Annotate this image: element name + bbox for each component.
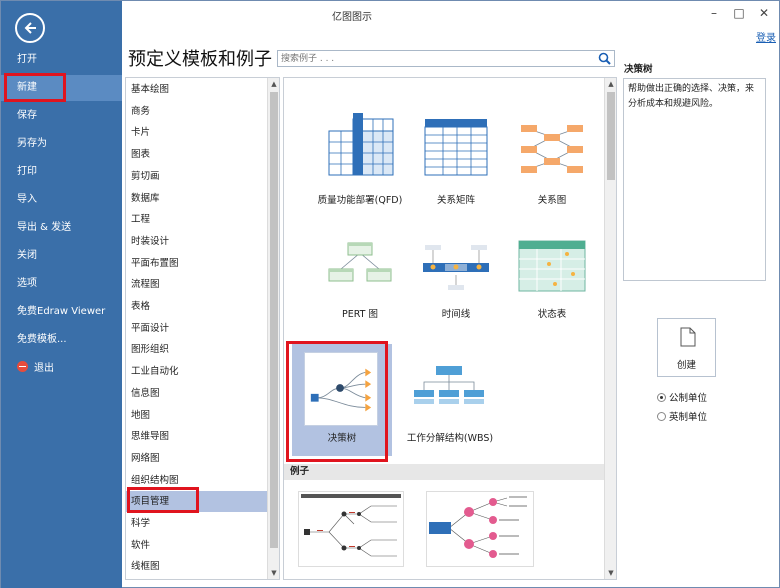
category-item[interactable]: 基本绘图: [126, 79, 267, 100]
wbs-icon: [414, 366, 484, 404]
category-item[interactable]: 图表: [126, 144, 267, 165]
template-status-table[interactable]: 状态表: [502, 216, 602, 328]
minimize-icon[interactable]: –: [702, 4, 726, 22]
gallery-scrollbar[interactable]: ▲ ▼: [604, 78, 616, 579]
category-item[interactable]: 信息图: [126, 383, 267, 404]
category-item[interactable]: 项目管理: [126, 491, 267, 513]
template-relation-matrix[interactable]: 关系矩阵: [406, 96, 506, 208]
scroll-down-icon[interactable]: ▼: [270, 569, 278, 577]
create-button[interactable]: 创建: [657, 318, 716, 377]
file-menu-sidebar: 打开 新建 保存 另存为 打印 导入 导出 & 发送 关闭 选项 免费Edraw…: [1, 1, 122, 588]
category-item[interactable]: 软件: [126, 535, 267, 556]
menu-open[interactable]: 打开: [1, 47, 122, 73]
app-window: 打开 新建 保存 另存为 打印 导入 导出 & 发送 关闭 选项 免费Edraw…: [0, 0, 780, 588]
exit-icon: [17, 361, 28, 372]
radio-unchecked-icon: [657, 412, 666, 421]
page-title: 预定义模板和例子: [128, 49, 272, 70]
examples-header: 例子: [284, 464, 604, 480]
category-scrollbar[interactable]: ▲ ▼: [267, 78, 279, 579]
category-item[interactable]: 工程: [126, 209, 267, 230]
metric-units-radio[interactable]: 公制单位: [657, 390, 707, 404]
template-pert[interactable]: PERT 图: [310, 216, 410, 328]
example-decision-tree-1[interactable]: [298, 491, 404, 567]
menu-save[interactable]: 保存: [1, 103, 122, 129]
scroll-thumb[interactable]: [607, 92, 615, 180]
back-button[interactable]: [15, 13, 45, 43]
example-thumbnail: [429, 496, 527, 558]
search-input[interactable]: [278, 51, 588, 67]
category-item[interactable]: 地图: [126, 405, 267, 426]
example-decision-tree-2[interactable]: [426, 491, 534, 567]
menu-print[interactable]: 打印: [1, 159, 122, 185]
category-item[interactable]: 卡片: [126, 122, 267, 143]
template-relation-diagram[interactable]: 关系图: [502, 96, 602, 208]
menu-new[interactable]: 新建: [1, 75, 122, 101]
template-wbs[interactable]: 工作分解结构(WBS): [394, 344, 506, 456]
category-item[interactable]: 平面布置图: [126, 253, 267, 274]
category-item[interactable]: 线框图: [126, 556, 267, 577]
category-item[interactable]: 平面设计: [126, 318, 267, 339]
category-item[interactable]: 时装设计: [126, 231, 267, 252]
category-item[interactable]: 组织结构图: [126, 470, 267, 491]
preview-title: 决策树: [624, 64, 653, 75]
category-list: 线框图 软件 科学 项目管理 组织结构图 网络图 思维导图 地图 信息图 工业自动化 图形组织 平面设…: [125, 77, 280, 580]
example-thumbnail: [301, 494, 401, 557]
maximize-icon[interactable]: □: [727, 4, 751, 22]
decision-tree-icon: [304, 352, 378, 426]
qfd-icon: [328, 113, 394, 176]
back-arrow-icon: [24, 22, 36, 34]
login-link[interactable]: 登录: [756, 29, 776, 44]
category-item[interactable]: 图形组织: [126, 339, 267, 360]
scroll-thumb[interactable]: [270, 92, 278, 548]
imperial-units-radio[interactable]: 英制单位: [657, 409, 707, 423]
category-item[interactable]: 工业自动化: [126, 361, 267, 382]
category-item[interactable]: 商务: [126, 101, 267, 122]
category-item[interactable]: 数据库: [126, 188, 267, 209]
menu-import[interactable]: 导入: [1, 187, 122, 213]
search-icon[interactable]: [598, 52, 611, 65]
template-timeline[interactable]: 时间线: [406, 216, 506, 328]
new-document-icon: [680, 327, 696, 347]
menu-close[interactable]: 关闭: [1, 243, 122, 269]
category-item[interactable]: 表格: [126, 296, 267, 317]
category-item[interactable]: 网络图: [126, 448, 267, 469]
category-item[interactable]: 剪切画: [126, 166, 267, 187]
relation-diagram-icon: [521, 125, 583, 173]
radio-checked-icon: [657, 393, 666, 402]
status-table-icon: [518, 240, 586, 292]
preview-description: 帮助做出正确的选择、决策，来分析成本和规避风险。: [623, 78, 766, 281]
template-decision-tree[interactable]: 决策树: [292, 344, 392, 456]
timeline-icon: [423, 245, 489, 290]
template-gallery: 质量功能部署(QFD) 关系矩阵 关系图 PERT 图 时间线 状态表 决策树 …: [283, 77, 617, 580]
category-item[interactable]: 思维导图: [126, 426, 267, 447]
template-qfd[interactable]: 质量功能部署(QFD): [310, 96, 410, 208]
pert-icon: [328, 242, 392, 282]
title-bar: 亿图图示 – □ ✕: [122, 1, 780, 27]
scroll-down-icon[interactable]: ▼: [607, 569, 615, 577]
search-box: [277, 50, 615, 67]
menu-save-as[interactable]: 另存为: [1, 131, 122, 157]
menu-options[interactable]: 选项: [1, 271, 122, 297]
window-title: 亿图图示: [332, 12, 372, 23]
menu-export-send[interactable]: 导出 & 发送: [1, 215, 122, 241]
menu-exit[interactable]: 退出: [1, 356, 122, 382]
menu-free-templates[interactable]: 免费模板...: [1, 327, 122, 353]
scroll-up-icon[interactable]: ▲: [607, 80, 615, 88]
scroll-up-icon[interactable]: ▲: [270, 80, 278, 88]
close-icon[interactable]: ✕: [752, 4, 776, 22]
category-item[interactable]: 流程图: [126, 274, 267, 295]
menu-edraw-viewer[interactable]: 免费Edraw Viewer: [1, 299, 122, 325]
category-item[interactable]: 科学: [126, 513, 267, 534]
relation-matrix-icon: [424, 119, 488, 176]
